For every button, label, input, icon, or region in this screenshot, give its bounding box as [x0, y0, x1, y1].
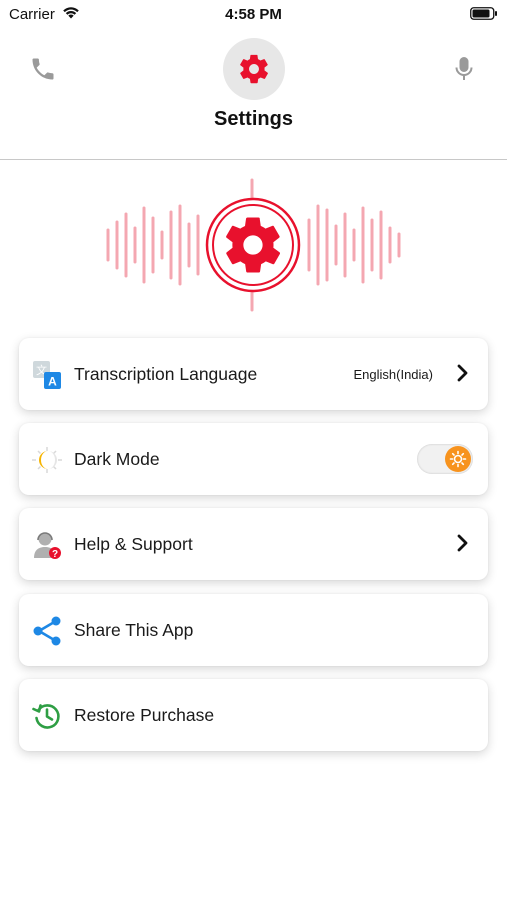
restore-purchase-row[interactable]: Restore Purchase	[19, 679, 488, 751]
restore-purchase-label: Restore Purchase	[74, 705, 215, 725]
sun-icon	[449, 450, 467, 468]
svg-text:A: A	[48, 375, 57, 389]
restore-icon	[32, 704, 60, 729]
microphone-icon[interactable]	[453, 55, 475, 83]
chevron-right-icon	[457, 534, 468, 552]
voice-settings-illustration	[106, 178, 401, 312]
toggle-knob	[445, 446, 471, 472]
transcription-language-row[interactable]: 文 A Transcription Language English(India…	[19, 338, 488, 410]
dark-mode-label: Dark Mode	[74, 449, 160, 469]
gear-icon	[240, 54, 268, 84]
translate-icon: 文 A	[33, 361, 61, 389]
status-bar: Carrier 4:58 PM	[0, 0, 507, 28]
share-app-row[interactable]: Share This App	[19, 594, 488, 666]
settings-gear-button[interactable]	[223, 38, 285, 100]
transcription-language-value: English(India)	[353, 367, 434, 382]
transcription-language-label: Transcription Language	[74, 364, 258, 384]
dark-mode-toggle[interactable]	[417, 444, 473, 474]
share-app-label: Share This App	[74, 620, 194, 640]
status-time: 4:58 PM	[225, 6, 282, 23]
phone-icon[interactable]	[29, 55, 57, 83]
moon-sun-icon	[32, 447, 62, 473]
page-title: Settings	[214, 108, 293, 130]
dark-mode-row: Dark Mode	[19, 423, 488, 495]
battery-icon	[470, 7, 497, 20]
header: Settings	[0, 28, 507, 160]
help-support-row[interactable]: ? Help & Support	[19, 508, 488, 580]
share-icon	[33, 616, 61, 646]
chevron-right-icon	[457, 364, 468, 382]
svg-text:?: ?	[52, 549, 58, 560]
support-agent-icon: ?	[34, 532, 61, 560]
help-support-label: Help & Support	[74, 534, 193, 554]
